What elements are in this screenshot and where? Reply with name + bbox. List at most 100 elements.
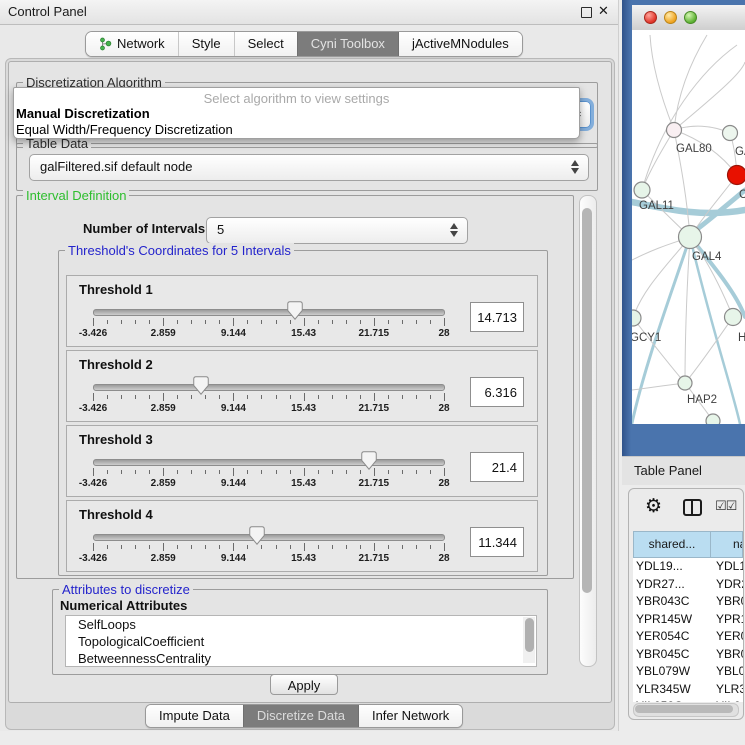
tab-jactivemnodules[interactable]: jActiveMNodules [398, 32, 522, 56]
tab-infer-network[interactable]: Infer Network [358, 705, 462, 727]
mac-close-button[interactable] [644, 11, 657, 24]
gear-icon[interactable]: ⚙ [645, 495, 662, 518]
cell-name: YBR0 [712, 646, 743, 664]
attribute-item[interactable]: BetweennessCentrality [66, 650, 536, 667]
GCY1-node[interactable] [632, 310, 641, 326]
attribute-item[interactable]: TopologicalCoefficient [66, 633, 536, 650]
slider-track[interactable] [93, 459, 445, 466]
slider-tick-labels: -3.4262.8599.14415.4321.71528 [93, 553, 444, 565]
table-panel-title: Table Panel [634, 463, 702, 478]
GAL4-node[interactable] [679, 226, 702, 249]
cell-name: YDL1 [712, 558, 743, 576]
network-window-titlebar[interactable] [632, 5, 745, 31]
node[interactable] [723, 126, 738, 141]
tab-style[interactable]: Style [178, 32, 234, 56]
threshold-label: Threshold 3 [79, 432, 153, 447]
slider-thumb[interactable] [249, 526, 265, 545]
table-row[interactable]: YDL19...YDL1 [633, 558, 743, 576]
tab-impute-data[interactable]: Impute Data [146, 705, 243, 727]
threshold-3-box: Threshold 3 21.4 -3.4262.8599.14415.4321… [66, 425, 538, 497]
network-view-window: GAL80GAGAL11CGAL4GCY1HHAP2 [622, 0, 745, 456]
GAL11-node[interactable] [634, 182, 650, 198]
table-data-group: Table Data galFiltered.sif default node [16, 143, 598, 191]
algorithm-option-equal-width[interactable]: Equal Width/Frequency Discretization [14, 122, 579, 138]
selected-red-node[interactable] [728, 166, 745, 185]
network-canvas[interactable]: GAL80GAGAL11CGAL4GCY1HHAP2 [632, 30, 745, 424]
node-label: GAL4 [692, 251, 722, 263]
table-row[interactable]: YDR27...YDR2 [633, 576, 743, 594]
interval-definition-group: Interval Definition Number of Intervals … [16, 195, 574, 579]
mac-minimize-button[interactable] [664, 11, 677, 24]
window-title: Control Panel [8, 4, 87, 19]
tab-network[interactable]: Network [86, 32, 178, 56]
table-row[interactable]: YER054CYER0 [633, 628, 743, 646]
attributes-group-title: Attributes to discretize [59, 582, 193, 597]
algorithm-option-manual[interactable]: Manual Discretization [14, 106, 579, 122]
cell-name: YLR3 [712, 681, 743, 699]
node-table: shared... na YDL19...YDL1YDR27...YDR2YBR… [633, 531, 743, 702]
column-header-name[interactable]: na [711, 532, 742, 557]
table-panel-titlebar: Table Panel [622, 456, 745, 485]
attributes-group: Attributes to discretize Numerical Attri… [52, 589, 548, 675]
mac-zoom-button[interactable] [684, 11, 697, 24]
attributes-scrollbar[interactable] [523, 617, 535, 663]
table-row[interactable]: YLR345WYLR3 [633, 681, 743, 699]
cell-name: YBR0 [712, 593, 743, 611]
table-data-combobox[interactable]: galFiltered.sif default node [29, 154, 589, 181]
node-label: GAL80 [676, 143, 712, 155]
numerical-attributes-heading: Numerical Attributes [60, 598, 187, 613]
HAP2-node[interactable] [678, 376, 692, 390]
attribute-item[interactable]: SelfLoops [66, 616, 536, 633]
cell-name: YER0 [712, 628, 743, 646]
table-row[interactable]: YBR045CYBR0 [633, 646, 743, 664]
slider-thumb[interactable] [287, 301, 303, 320]
combo-arrows-icon [450, 222, 459, 238]
slider-thumb[interactable] [361, 451, 377, 470]
tab-discretize-data[interactable]: Discretize Data [243, 705, 358, 727]
slider-track[interactable] [93, 534, 445, 541]
threshold-label: Threshold 1 [79, 282, 153, 297]
threshold-value-field[interactable]: 6.316 [470, 377, 524, 407]
node-label: C [739, 189, 745, 201]
cell-shared-name: YDR27... [633, 576, 712, 594]
node-label: HAP2 [687, 394, 717, 406]
slider-track[interactable] [93, 384, 445, 391]
number-of-intervals-combobox[interactable]: 5 [206, 217, 468, 244]
close-icon[interactable]: ✕ [598, 3, 609, 19]
apply-button[interactable]: Apply [270, 674, 338, 695]
column-header-shared-name[interactable]: shared... [634, 532, 711, 557]
tab-network-label: Network [117, 32, 165, 56]
scrollbar-thumb[interactable] [525, 618, 534, 652]
table-row[interactable]: YPR145WYPR1 [633, 611, 743, 629]
table-row[interactable]: YBR043CYBR0 [633, 593, 743, 611]
content-scrollbar[interactable] [579, 195, 597, 667]
table-panel-body: ⚙ ☑☑ shared... na YDL19...YDL1YDR27...YD… [628, 488, 744, 720]
float-window-icon[interactable] [581, 7, 592, 18]
slider-track[interactable] [93, 309, 445, 316]
tab-cyni-toolbox[interactable]: Cyni Toolbox [297, 32, 398, 56]
thresholds-group: Threshold's Coordinates for 5 Intervals … [58, 250, 548, 576]
scrollbar-thumb[interactable] [635, 705, 733, 713]
cell-shared-name: YDL19... [633, 558, 712, 576]
node-label: GA [735, 146, 745, 158]
table-row[interactable]: YBL079WYBL0 [633, 663, 743, 681]
table-hscrollbar[interactable] [633, 703, 739, 717]
threshold-value-field[interactable]: 11.344 [470, 527, 524, 557]
threshold-label: Threshold 2 [79, 357, 153, 372]
select-columns-icon[interactable]: ☑☑ [715, 498, 736, 514]
number-of-intervals-value: 5 [217, 222, 224, 237]
slider-ticks [93, 318, 444, 327]
numerical-attributes-list: SelfLoops TopologicalCoefficient Between… [65, 615, 537, 667]
split-view-icon[interactable] [683, 499, 702, 516]
scrollbar-thumb[interactable] [582, 208, 592, 593]
slider-ticks [93, 543, 444, 552]
table-row[interactable]: YIL052CYIL0 [633, 698, 743, 702]
H-node[interactable] [725, 309, 742, 326]
threshold-value-field[interactable]: 21.4 [470, 452, 524, 482]
GAL80-node[interactable] [667, 123, 682, 138]
tab-select[interactable]: Select [234, 32, 297, 56]
table-header-row: shared... na [633, 531, 743, 558]
threshold-value-field[interactable]: 14.713 [470, 302, 524, 332]
slider-thumb[interactable] [193, 376, 209, 395]
node-partial[interactable] [706, 414, 720, 424]
